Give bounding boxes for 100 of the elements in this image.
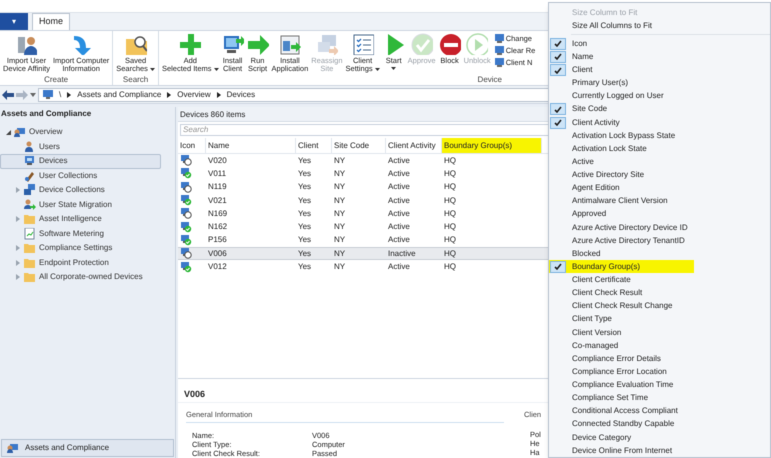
computer-check-icon [181,234,192,246]
column-header[interactable]: Icon [178,138,206,153]
caret-icon [30,92,36,96]
column-header[interactable]: Name [206,138,296,153]
tree-item[interactable]: Users [0,140,175,154]
right-arrow-icon [246,33,269,55]
computer-circle-icon [181,155,192,166]
table-cell-text: NY [333,194,346,207]
workspace-button[interactable]: Assets and Compliance [1,439,174,457]
table-cell-text: Active [387,221,411,234]
table-cell-text: N119 [207,181,228,194]
folder-icon [24,213,36,226]
column-header[interactable]: Site Code [332,138,386,153]
menu-item[interactable]: Icon [549,37,694,50]
user-icon [24,140,36,153]
tree-label: Asset Intelligence [39,213,102,226]
menu-item[interactable]: Client Check Result [549,286,694,300]
tree-item[interactable]: Device Collections [0,183,175,198]
table-cell-text: HQ [443,261,457,274]
folder-icon [24,271,36,284]
plus-icon [179,33,202,55]
table-cell-text: HQ [443,194,457,207]
menu-item[interactable]: Currently Logged on User [549,90,694,103]
breadcrumb-item[interactable]: Assets and Compliance [77,88,162,100]
menu-item[interactable]: Activation Lock State [549,142,694,156]
table-cell-text: Yes [297,234,312,246]
table-cell-text: N162 [207,221,228,234]
table-cell-text: V020 [207,154,228,167]
computer-check-icon [181,222,192,233]
menu-item[interactable]: Conditional Access Compliant [549,404,694,418]
overview-icon [14,126,26,138]
computer-circle-icon [181,248,192,260]
migration-icon [24,198,36,211]
menu-item[interactable]: Active [549,155,694,168]
folder-icon [24,242,36,254]
tree-item[interactable]: User Collections [0,168,175,183]
collapsed-arrow-icon [16,245,20,252]
menu-item[interactable]: Co-managed [549,339,694,352]
menu-item[interactable]: Compliance Evaluation Time [549,378,694,392]
tree-item[interactable]: Compliance Settings [0,241,175,256]
table-cell-text: HQ [443,234,457,246]
table-cell-text: Yes [297,168,312,180]
menu-item[interactable]: Azure Active Directory TenantID [549,234,694,248]
column-header[interactable]: Client Activity [386,138,442,153]
checklist-icon [352,33,374,55]
tree-item[interactable]: Overview [0,125,175,140]
menu-item[interactable]: Name [549,50,694,64]
menu-item[interactable]: Compliance Error Details [549,352,694,366]
tree-item[interactable]: Devices [0,154,161,168]
menu-item[interactable]: Connected Standby Capable [549,418,694,431]
menu-item[interactable]: Device Online From Internet [549,444,694,458]
ribbon-tab[interactable]: Home [32,13,70,30]
table-cell-text: NY [333,208,346,220]
table-cell-text: HQ [443,221,457,234]
tree-item[interactable]: Asset Intelligence [0,212,175,226]
table-cell-text: NY [333,154,346,167]
menu-item[interactable]: Size All Columns to Fit [549,19,770,32]
breadcrumb-item[interactable]: Devices [226,88,256,100]
tree-label: Devices [39,155,68,168]
menu-item[interactable]: Boundary Group(s) [549,260,694,274]
computer-check-icon [181,195,192,206]
menu-item[interactable]: Antimalware Client Version [549,194,694,208]
menu-item[interactable]: Agent Edition [549,182,694,195]
table-cell-text: HQ [443,208,457,220]
tree-label: User Collections [39,170,98,182]
menu-item[interactable]: Azure Active Directory Device ID [549,220,694,234]
menu-item[interactable]: Compliance Error Location [549,365,694,378]
collapsed-arrow-icon [16,260,20,266]
menu-item[interactable]: Device Category [549,430,694,444]
menu-item[interactable]: Client [549,63,694,77]
breadcrumb-arrow-icon [216,92,221,98]
table-cell-text: Yes [297,181,312,194]
table-cell-text: NY [333,261,346,274]
device-icon [24,155,36,168]
tree-item[interactable]: Endpoint Protection [0,256,175,270]
table-cell-text: Active [387,154,411,167]
menu-item[interactable]: Compliance Set Time [549,392,694,405]
menu-item[interactable]: Approved [549,208,694,221]
menu-item[interactable]: Blocked [549,247,694,260]
menu-item[interactable]: Active Directory Site [549,168,694,182]
tree-label: All Corporate-owned Devices [39,271,143,284]
ribbon-group-label: Create [44,74,68,85]
breadcrumb-item[interactable]: \ [59,88,62,100]
column-header[interactable]: Client [296,138,332,153]
tree-item[interactable]: All Corporate-owned Devices [0,270,175,284]
tree-item[interactable]: Software Metering [0,226,175,241]
menu-item[interactable]: Client Type [549,312,694,326]
table-cell-text: NY [333,234,346,246]
breadcrumb-item[interactable]: Overview [177,88,211,100]
user-collection-icon [24,170,36,182]
column-header[interactable]: Boundary Group(s) [442,138,542,153]
menu-item[interactable]: Client Version [549,326,694,340]
tree-item[interactable]: User State Migration [0,198,175,212]
computer-icon [43,90,53,99]
tree-label: Users [39,140,60,153]
menu-item[interactable]: Client Check Result Change [549,300,694,313]
menu-item[interactable]: Primary User(s) [549,76,694,90]
small-computer-icon [494,58,504,67]
menu-item[interactable]: Client Certificate [549,273,694,287]
app-menu-button[interactable]: ▾ [0,13,28,30]
